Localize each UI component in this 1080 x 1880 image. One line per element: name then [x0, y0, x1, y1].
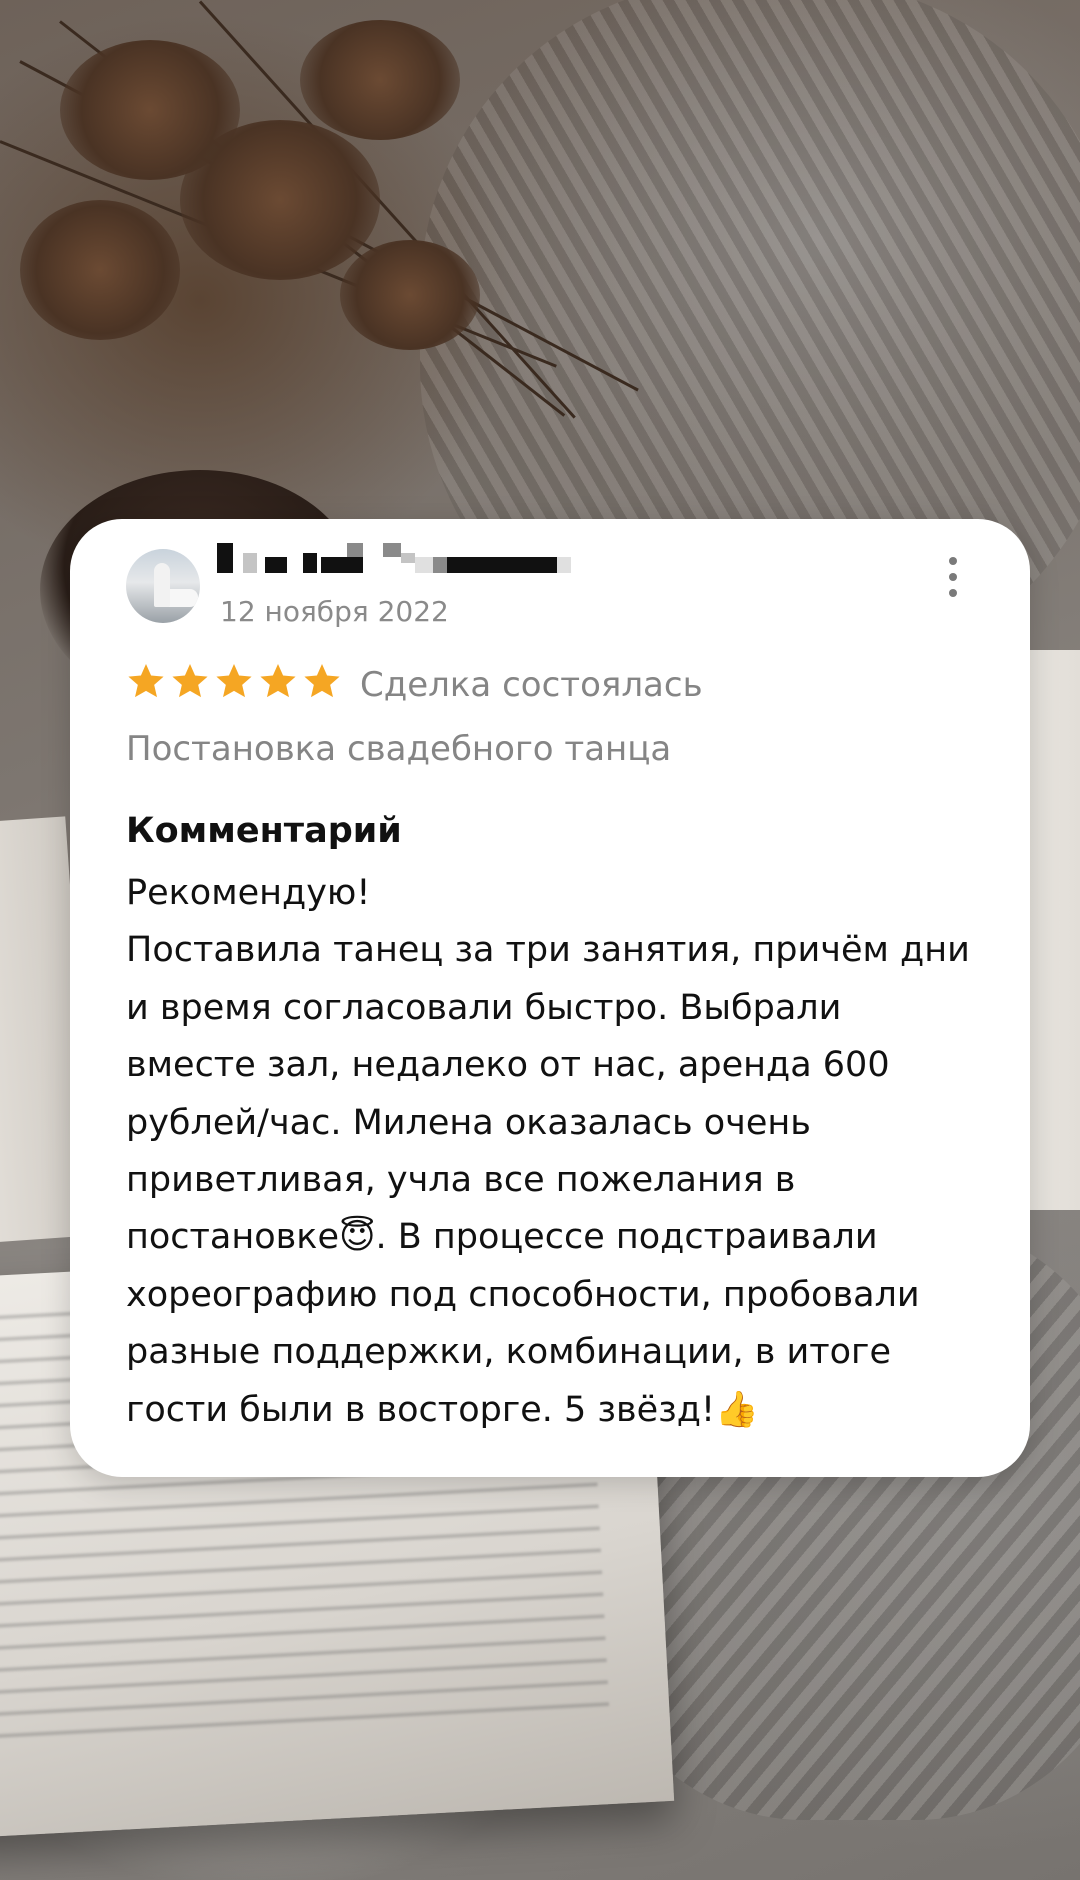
star-icon — [216, 664, 252, 698]
comment-line: Рекомендую! — [126, 873, 371, 913]
comment-line: вместе зал, недалеко от нас, аренда 600 — [126, 1045, 890, 1086]
comment-line: хореографию под способности, пробовали — [126, 1274, 920, 1315]
avatar[interactable] — [126, 549, 200, 623]
star-icon — [304, 664, 340, 698]
comment-text: Рекомендую! Поставила танец за три заняти… — [126, 865, 986, 1439]
star-icon — [172, 664, 208, 698]
comment-line: разные поддержки, комбинации, в итоге — [126, 1332, 891, 1373]
dried-flower — [180, 120, 380, 280]
more-vertical-icon — [949, 557, 957, 565]
review-card: 12 ноября 2022 Сделка состоялась Постано… — [70, 519, 1030, 1477]
comment-line: Поставила танец за три занятия, причём д… — [126, 930, 970, 971]
comment-line: и время согласовали быстро. Выбрали — [126, 987, 842, 1028]
comment-line: приветливая, учла все пожелания в — [126, 1160, 796, 1201]
more-vertical-icon-dot — [949, 589, 957, 597]
comment-line: гости были в восторге. 5 звёзд!👍 — [126, 1389, 759, 1430]
dried-flower — [20, 200, 180, 340]
deal-status: Сделка состоялась — [360, 665, 703, 705]
review-date: 12 ноября 2022 — [220, 595, 449, 628]
star-icon — [128, 664, 164, 698]
more-options-button[interactable] — [941, 555, 965, 599]
comment-line: рублей/час. Милена оказалась очень — [126, 1102, 811, 1143]
comment-line: постановке😇. В процессе подстраивали — [126, 1217, 878, 1258]
comment-heading: Комментарий — [126, 811, 402, 851]
star-icon — [260, 664, 296, 698]
reviewer-name-redacted — [217, 543, 617, 583]
star-rating — [126, 661, 342, 705]
more-vertical-icon-dot — [949, 573, 957, 581]
dried-flower — [300, 20, 460, 140]
service-title: Постановка свадебного танца — [126, 729, 672, 769]
dried-flower — [340, 240, 480, 350]
